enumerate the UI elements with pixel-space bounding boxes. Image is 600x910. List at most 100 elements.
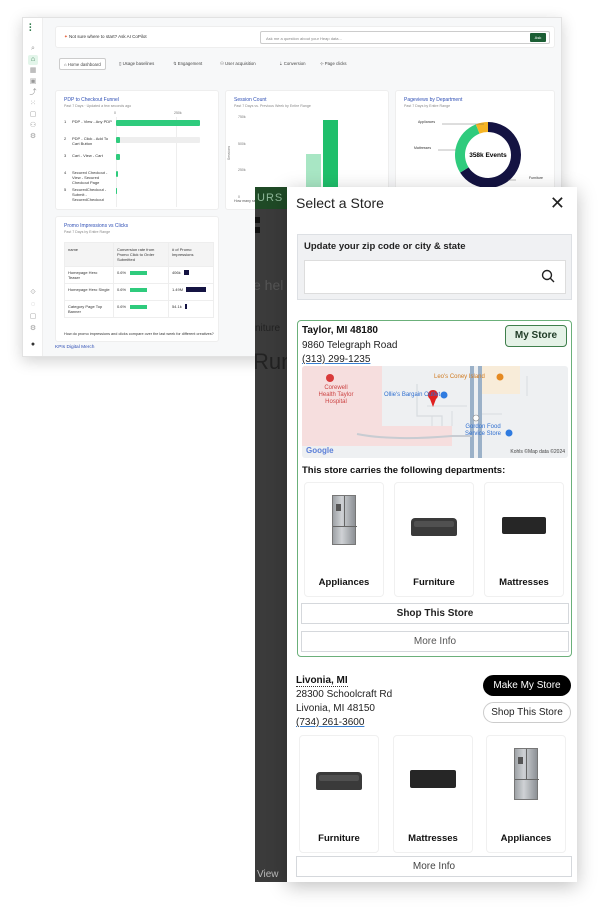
column-header-conversion[interactable]: Conversion rate from Promo Click to Orde… — [112, 242, 169, 267]
account-icon[interactable]: ● — [28, 340, 38, 350]
tab-home-dashboard[interactable]: ⌂ Home dashboard — [59, 58, 106, 70]
store-phone-link[interactable]: (313) 299-1235 — [302, 354, 370, 365]
impressions-cell: 1.49M — [167, 283, 215, 301]
rocket-icon[interactable]: ⟐ — [28, 288, 38, 298]
map-place-label: Corewell Health Taylor Hospital — [318, 385, 354, 405]
impressions-bar — [186, 287, 207, 293]
settings-icon[interactable]: ⚙ — [28, 132, 38, 142]
column-header-name[interactable]: name — [64, 242, 114, 267]
funnel-axis-tick: 250k — [174, 111, 182, 115]
donut-slice-label: Furniture — [529, 176, 543, 180]
session-bar-current[interactable] — [323, 120, 338, 197]
session-y-tick: 500k — [238, 141, 246, 146]
promo-card: Promo Impressions vs Clicks Past 7 Days … — [55, 216, 219, 342]
ask-input[interactable]: Ask me a question about your Heap data..… — [260, 31, 550, 44]
sofa-image — [316, 772, 362, 790]
close-icon[interactable]: ✕ — [550, 193, 565, 214]
department-label: Furniture — [318, 833, 360, 844]
store-address: 28300 Schoolcraft Rd — [296, 689, 393, 700]
department-label: Furniture — [413, 577, 455, 588]
step-number: 5 — [64, 187, 67, 192]
chat-icon[interactable]: ▢ — [28, 110, 38, 120]
department-mattresses[interactable]: Mattresses — [484, 482, 564, 597]
ask-button[interactable]: Ask — [530, 33, 546, 42]
tab-user-acquisition[interactable]: ⚇ User acquisition — [216, 58, 256, 70]
card-title[interactable]: Session Count — [234, 97, 267, 103]
trend-icon[interactable]: ⤴ — [28, 88, 38, 98]
funnel-card: PDP to Checkout Funnel Past 7 Days · Upd… — [55, 90, 242, 210]
funnel-bar[interactable] — [116, 171, 118, 177]
department-appliances[interactable]: Appliances — [486, 735, 566, 853]
help-icon[interactable]: ◌ — [28, 300, 38, 310]
funnel-bar[interactable] — [116, 137, 121, 143]
store-card-taylor: Taylor, MI 48180 9860 Telegraph Road (31… — [297, 320, 572, 657]
users-icon[interactable]: ⚇ — [28, 121, 38, 131]
store-map[interactable]: Corewell Health Taylor Hospital Ollie's … — [302, 366, 568, 458]
tab-engagement[interactable]: ↯ Engagement — [169, 58, 202, 70]
session-y-label: Sessions — [227, 145, 232, 161]
table-row: Category Page Top Banner 0.6% 54.1k — [64, 300, 215, 318]
kpi-card-title[interactable]: KPIs Digital Merch — [55, 345, 94, 350]
site-icon — [255, 217, 260, 223]
tab-label: Engagement — [177, 61, 203, 66]
pageviews-card: Pageviews by Department Past 7 Days by E… — [395, 90, 555, 200]
funnel-gridline — [176, 117, 177, 207]
google-logo: Google — [306, 446, 334, 455]
site-text: View — [257, 869, 279, 880]
grid-icon[interactable]: ⁙ — [28, 99, 38, 109]
shop-this-store-button[interactable]: Shop This Store — [483, 702, 571, 723]
table-row: Homepage Hero Single 0.6% 1.49M — [64, 283, 215, 301]
tab-conversion[interactable]: ⇣ Conversion — [275, 58, 306, 70]
step-number: 2 — [64, 136, 67, 141]
card-subtitle: Past 7 Days vs. Previous Week by Entire … — [234, 104, 311, 108]
more-info-button[interactable]: More Info — [301, 631, 569, 652]
make-my-store-button[interactable]: Make My Store — [483, 675, 571, 696]
department-furniture[interactable]: Furniture — [299, 735, 379, 853]
map-place-label: Leo's Coney Island — [434, 374, 485, 380]
card-title[interactable]: Promo Impressions vs Clicks — [64, 223, 128, 229]
map-place-label: Gordon Food Service Store — [464, 424, 501, 437]
search-icon[interactable] — [541, 269, 555, 283]
tab-label: User acquisition — [225, 61, 256, 66]
sofa-image — [411, 518, 457, 536]
search-icon[interactable]: ⌕ — [28, 44, 38, 54]
message-icon[interactable]: ▢ — [28, 312, 38, 322]
impressions-value: 406k — [171, 270, 181, 275]
shop-this-store-button[interactable]: Shop This Store — [301, 603, 569, 624]
step-number: 1 — [64, 119, 67, 124]
home-icon[interactable]: ⌂ — [28, 55, 38, 65]
promo-table: name Conversion rate from Promo Click to… — [64, 242, 215, 318]
store-phone-link[interactable]: (734) 261-3600 — [296, 717, 364, 728]
site-icon — [255, 227, 260, 233]
donut-slice-label: Mattresses — [414, 146, 431, 150]
donut-slice-mattresses[interactable] — [455, 124, 480, 173]
zip-input[interactable] — [305, 261, 525, 291]
impressions-value: 1.49M — [171, 287, 184, 292]
calendar-icon[interactable]: ▣ — [28, 77, 38, 87]
conversion-value: 0.6% — [116, 287, 127, 292]
tab-label: Conversion — [283, 61, 306, 66]
department-mattresses[interactable]: Mattresses — [393, 735, 473, 853]
dashboard-icon[interactable]: ▦ — [28, 66, 38, 76]
funnel-bar[interactable] — [116, 154, 121, 160]
ai-hint[interactable]: ✦ Not sure where to start? Ask AI CoPilo… — [64, 34, 147, 40]
zip-input-wrapper — [304, 260, 566, 294]
column-header-impressions[interactable]: # of Promo Impressions — [167, 242, 215, 267]
more-info-button[interactable]: More Info — [296, 856, 572, 877]
department-furniture[interactable]: Furniture — [394, 482, 474, 597]
gear-icon[interactable]: ⚙ — [28, 324, 38, 334]
zip-label: Update your zip code or city & state — [304, 241, 466, 252]
promo-name: Category Page Top Banner — [64, 300, 114, 318]
store-name[interactable]: Livonia, MI — [296, 675, 348, 687]
tab-label: Usage baselines — [122, 61, 155, 66]
funnel-bar[interactable] — [116, 188, 117, 194]
conversion-cell: 0.6% — [112, 283, 169, 301]
tab-usage-baselines[interactable]: ▯ Usage baselines — [115, 58, 154, 70]
impressions-bar — [184, 304, 187, 310]
card-title[interactable]: PDP to Checkout Funnel — [64, 97, 119, 103]
tab-page-clicks[interactable]: ⊹ Page clicks — [316, 58, 347, 70]
my-store-badge: My Store — [505, 325, 567, 347]
funnel-bar[interactable] — [116, 120, 200, 126]
app-logo: ⫶ — [29, 23, 32, 34]
department-appliances[interactable]: Appliances — [304, 482, 384, 597]
